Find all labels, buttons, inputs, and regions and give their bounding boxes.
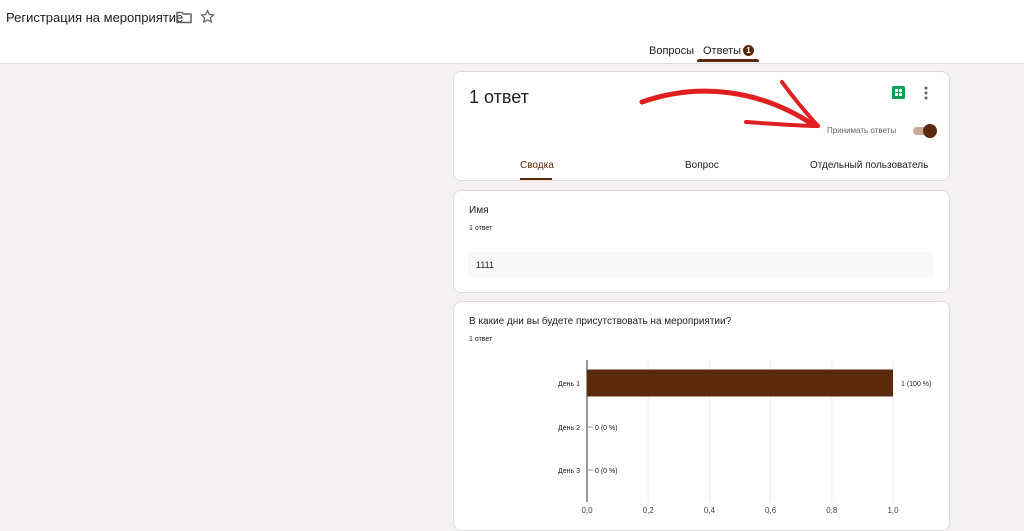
question-response-count: 1 ответ <box>469 225 493 232</box>
x-tick-label: 0,2 <box>643 506 655 515</box>
bar <box>587 369 893 397</box>
folder-icon[interactable] <box>176 10 192 24</box>
top-bar: Регистрация на мероприятие Вопросы Ответ… <box>0 0 1024 64</box>
question-title: Имя <box>469 205 489 216</box>
question-card-name: Имя 1 ответ 1111 <box>453 190 950 293</box>
x-tick-label: 1,0 <box>887 506 899 515</box>
category-label: День 1 <box>558 381 580 388</box>
data-label: 0 (0 %) <box>595 425 618 432</box>
subtab-individual[interactable]: Отдельный пользователь <box>810 160 928 171</box>
data-label: 0 (0 %) <box>595 468 618 475</box>
summary-card: 1 ответ Принимать ответы Сводка Вопрос О… <box>453 71 950 181</box>
subtab-summary[interactable]: Сводка <box>520 160 554 171</box>
sheets-icon[interactable] <box>892 86 905 99</box>
category-label: День 2 <box>558 425 580 432</box>
question-card-days: В какие дни вы будете присутствовать на … <box>453 301 950 531</box>
responses-count-badge: 1 <box>743 45 754 56</box>
category-label: День 3 <box>558 468 580 475</box>
form-title[interactable]: Регистрация на мероприятие <box>6 10 183 25</box>
toggle-knob <box>923 124 937 138</box>
star-icon[interactable] <box>200 9 215 24</box>
more-vert-icon[interactable] <box>922 85 930 101</box>
days-bar-chart: 0,0 0,2 0,4 0,6 0,8 1,0 День 1 1 (100 %) День 2 0… <box>558 360 931 515</box>
accept-responses-label: Принимать ответы <box>827 126 897 135</box>
x-tick-label: 0,0 <box>581 506 593 515</box>
x-tick-label: 0,4 <box>704 506 716 515</box>
x-tick-label: 0,6 <box>765 506 777 515</box>
tab-questions[interactable]: Вопросы <box>649 45 694 57</box>
subtab-question[interactable]: Вопрос <box>685 160 719 171</box>
accept-responses-toggle[interactable] <box>911 124 937 138</box>
tab-responses[interactable]: Ответы <box>703 45 741 57</box>
active-subtab-indicator <box>520 178 552 180</box>
x-tick-label: 0,8 <box>826 506 838 515</box>
active-tab-indicator <box>697 59 759 62</box>
answer-item: 1111 <box>468 252 934 278</box>
response-count: 1 ответ <box>469 87 529 107</box>
data-label: 1 (100 %) <box>901 381 931 388</box>
